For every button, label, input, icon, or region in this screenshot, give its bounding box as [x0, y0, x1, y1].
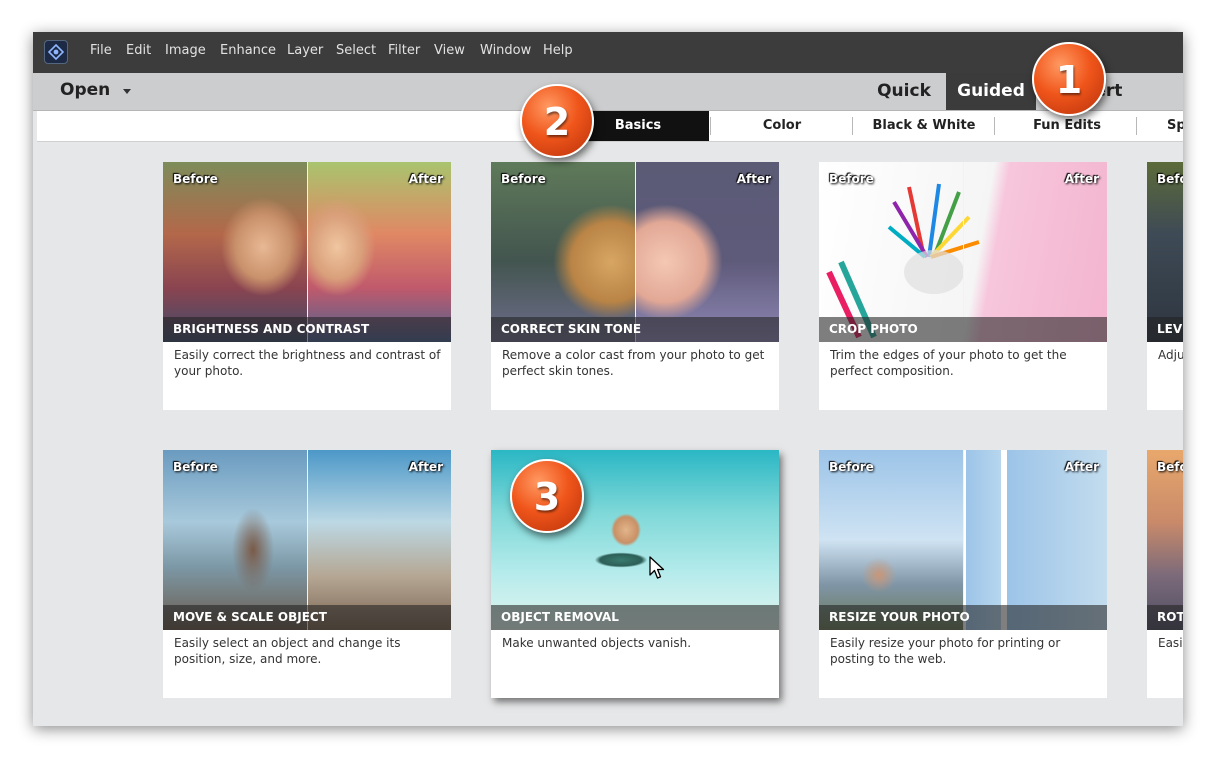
menu-edit[interactable]: Edit: [126, 43, 151, 58]
card-description: Make unwanted objects vanish.: [502, 636, 692, 650]
before-label: Before: [829, 460, 874, 474]
card-title: OBJECT REMOVAL: [491, 605, 779, 630]
card-title: MOVE & SCALE OBJECT: [163, 605, 451, 630]
card-description: Adjust the tonal range of your photo.: [1158, 348, 1183, 362]
mode-bar: Open Quick Guided Expert: [33, 73, 1183, 111]
guided-card-brightness-contrast[interactable]: Before After BRIGHTNESS AND CONTRAST Eas…: [163, 162, 451, 410]
menu-file[interactable]: File: [90, 43, 112, 58]
guided-card-correct-skin-tone[interactable]: Before After CORRECT SKIN TONE Remove a …: [491, 162, 779, 410]
app-window: File Edit Image Enhance Layer Select Fil…: [33, 32, 1183, 726]
category-tab-special-edits[interactable]: Special Edits: [1139, 111, 1183, 141]
before-label: Before: [1157, 172, 1183, 186]
card-title: LEVELS: [1147, 317, 1183, 342]
mouse-pointer-icon: [649, 556, 665, 579]
menu-image[interactable]: Image: [165, 43, 206, 58]
card-thumbnail: Before After MOVE & SCALE OBJECT: [163, 450, 451, 630]
menu-filter[interactable]: Filter: [388, 43, 420, 58]
menu-select[interactable]: Select: [336, 43, 376, 58]
callout-badge-2: 2: [520, 84, 594, 158]
card-description: Trim the edges of your photo to get the …: [830, 348, 1067, 378]
card-thumbnail: Before After BRIGHTNESS AND CONTRAST: [163, 162, 451, 342]
card-description: Easily resize your photo for printing or…: [830, 636, 1061, 666]
after-label: After: [1064, 460, 1099, 474]
after-label: After: [408, 172, 443, 186]
caret-down-icon[interactable]: [123, 89, 131, 94]
card-title: BRIGHTNESS AND CONTRAST: [163, 317, 451, 342]
guided-card-resize-photo[interactable]: Before After RESIZE YOUR PHOTO Easily re…: [819, 450, 1107, 698]
category-tab-color[interactable]: Color: [712, 111, 852, 141]
category-divider: [852, 117, 853, 135]
card-description: Easily select an object and change its p…: [174, 636, 401, 666]
card-description: Remove a color cast from your photo to g…: [502, 348, 765, 378]
menu-window[interactable]: Window: [480, 43, 531, 58]
before-label: Before: [829, 172, 874, 186]
after-label: After: [1064, 172, 1099, 186]
guided-card-levels[interactable]: Before LEVELS Adjust the tonal range of …: [1147, 162, 1183, 410]
callout-badge-3: 3: [510, 459, 584, 533]
category-tab-black-white[interactable]: Black & White: [854, 111, 994, 141]
mode-tab-guided[interactable]: Guided: [946, 73, 1036, 110]
category-bar: Basics Color Black & White Fun Edits Spe…: [37, 111, 1183, 142]
category-divider: [1136, 117, 1137, 135]
mode-tab-quick[interactable]: Quick: [864, 73, 944, 110]
card-title: CORRECT SKIN TONE: [491, 317, 779, 342]
after-label: After: [408, 460, 443, 474]
menu-view[interactable]: View: [434, 43, 465, 58]
category-divider: [994, 117, 995, 135]
card-title: ROTATE AND STRAIGHTEN: [1147, 605, 1183, 630]
before-label: Before: [1157, 460, 1183, 474]
category-divider: [710, 117, 711, 135]
card-thumbnail: Before After CROP PHOTO: [819, 162, 1107, 342]
before-label: Before: [501, 172, 546, 186]
menu-enhance[interactable]: Enhance: [220, 43, 276, 58]
before-label: Before: [173, 172, 218, 186]
callout-badge-1: 1: [1032, 42, 1106, 116]
open-button[interactable]: Open: [60, 80, 110, 100]
app-logo-icon[interactable]: [44, 40, 68, 64]
menu-help[interactable]: Help: [543, 43, 573, 58]
card-thumbnail: Before After CORRECT SKIN TONE: [491, 162, 779, 342]
guided-card-move-scale-object[interactable]: Before After MOVE & SCALE OBJECT Easily …: [163, 450, 451, 698]
guided-card-crop-photo[interactable]: Before After CROP PHOTO Trim the edges o…: [819, 162, 1107, 410]
menu-layer[interactable]: Layer: [287, 43, 323, 58]
card-description: Easily correct the brightness and contra…: [174, 348, 441, 378]
card-thumbnail: Before LEVELS: [1147, 162, 1183, 342]
guided-card-rotate-straighten[interactable]: Before ROTATE AND STRAIGHTEN Easily rota…: [1147, 450, 1183, 698]
before-label: Before: [173, 460, 218, 474]
after-label: After: [736, 172, 771, 186]
card-thumbnail: Before ROTATE AND STRAIGHTEN: [1147, 450, 1183, 630]
card-title: CROP PHOTO: [819, 317, 1107, 342]
card-title: RESIZE YOUR PHOTO: [819, 605, 1107, 630]
card-description: Easily rotate or straighten your photo.: [1158, 636, 1183, 650]
menu-bar: File Edit Image Enhance Layer Select Fil…: [33, 32, 1183, 73]
card-thumbnail: Before After RESIZE YOUR PHOTO: [819, 450, 1107, 630]
